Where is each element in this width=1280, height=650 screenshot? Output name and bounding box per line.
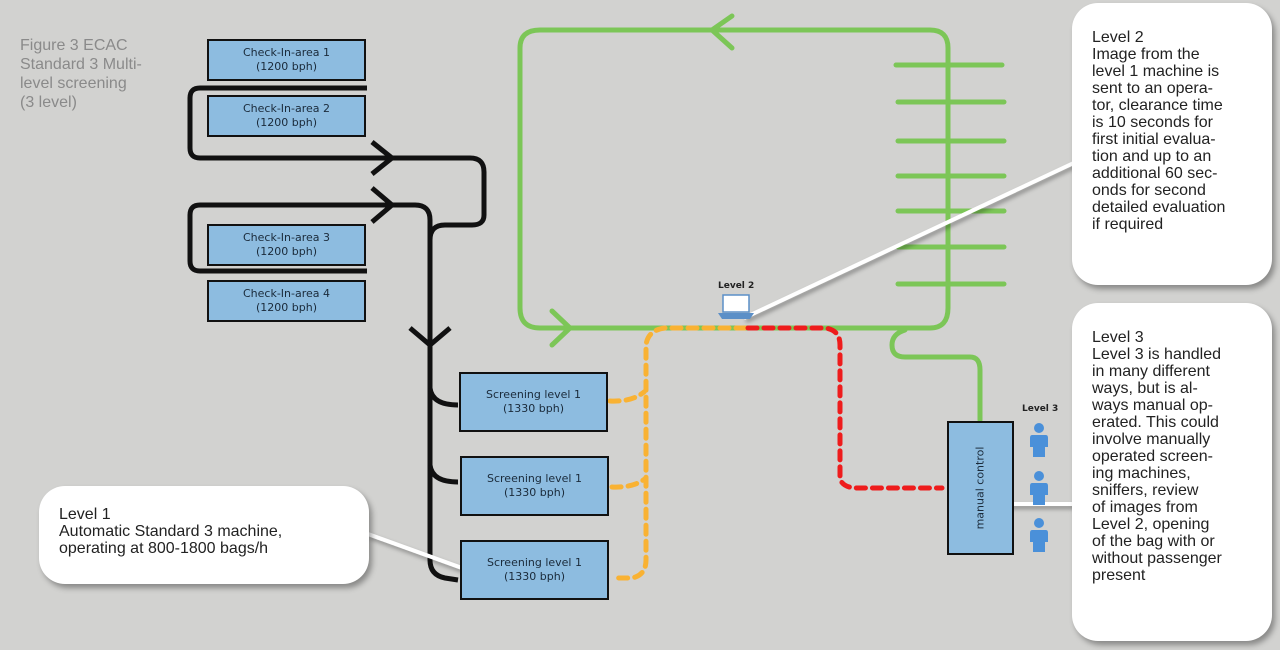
screening-rate: (1330 bph) (502, 402, 564, 415)
pointer-level1 (367, 532, 463, 570)
checkin-area-4: Check-In-area 4 (1200 bph) (207, 280, 366, 322)
caption-line: Figure 3 ECAC (20, 37, 128, 54)
screening-rate: (1330 bph) (503, 570, 565, 583)
callout-line: sent to an opera- (1092, 80, 1213, 97)
laptop-icon (718, 294, 754, 319)
checkin-area-3: Check-In-area 3 (1200 bph) (207, 224, 366, 266)
callout-line: additional 60 sec- (1092, 165, 1218, 182)
callout-line: Automatic Standard 3 machine, (59, 523, 283, 540)
callout-line: level 1 machine is (1092, 63, 1220, 80)
screening-machine-2: Screening level 1 (1330 bph) (460, 456, 609, 516)
orange-trunk (609, 325, 748, 581)
callout-line: present (1092, 567, 1146, 584)
screening-name: Screening level 1 (487, 472, 582, 485)
callout-line: tion and up to an (1092, 148, 1212, 165)
green-to-manual-control (889, 327, 983, 423)
callout-line: Level 2 (1092, 29, 1144, 46)
caption-line: (3 level) (20, 94, 77, 111)
screening-rate: (1330 bph) (503, 486, 565, 499)
callout-level1: Level 1 Automatic Standard 3 machine, op… (39, 486, 369, 584)
pointer-level2 (743, 158, 1081, 320)
checkin-name: Check-In-area 4 (242, 287, 331, 300)
callout-line: first initial evalua- (1092, 131, 1216, 148)
person-icon (1030, 423, 1048, 457)
checkin-rate: (1200 bph) (255, 116, 317, 129)
callout-line: ways, but is al- (1092, 380, 1198, 397)
callout-line: Level 3 is handled (1092, 346, 1221, 363)
callout-line: without passenger (1092, 550, 1222, 567)
figure-caption: Figure 3 ECAC Standard 3 Multi- level sc… (20, 36, 160, 112)
checkin-name: Check-In-area 3 (242, 231, 331, 244)
callout-level3: Level 3 Level 3 is handled in many diffe… (1072, 303, 1272, 641)
level3-path (745, 325, 945, 491)
callout-line: ing machines, (1092, 465, 1191, 482)
level2-station-label: Level 2 (718, 281, 755, 291)
screening-machine-3: Screening level 1 (1330 bph) (460, 540, 609, 600)
orange-branch-1 (607, 389, 647, 404)
callout-line: if required (1092, 216, 1164, 233)
orange-branch-2 (609, 475, 649, 490)
manual-control-label: manual control (973, 446, 987, 530)
checkin-area-1: Check-In-area 1 (1200 bph) (207, 39, 366, 81)
callout-line: erated. This could (1092, 414, 1219, 431)
person-icon (1030, 471, 1048, 505)
callout-line: Level 2, opening (1092, 516, 1210, 533)
checkin-area-2: Check-In-area 2 (1200 bph) (207, 95, 366, 137)
level2-paths (607, 325, 748, 581)
callout-line: detailed evaluation (1092, 199, 1226, 216)
callout-line: in many different (1092, 363, 1210, 380)
level3-operators (1030, 423, 1048, 552)
checkin-name: Check-In-area 1 (242, 46, 331, 59)
screening-name: Screening level 1 (487, 556, 582, 569)
manual-control-box: manual control (947, 421, 1014, 555)
callout-line: tor, clearance time (1092, 97, 1223, 114)
callout-line: Level 1 (59, 506, 111, 523)
red-trunk (745, 325, 945, 491)
callout-line: Level 3 (1092, 329, 1144, 346)
checkin-rate: (1200 bph) (255, 60, 317, 73)
screening-machine-1: Screening level 1 (1330 bph) (459, 372, 608, 432)
checkin-name: Check-In-area 2 (242, 102, 331, 115)
callout-line: involve manually (1092, 431, 1211, 448)
checkin-rate: (1200 bph) (255, 245, 317, 258)
callout-line: operating at 800-1800 bags/h (59, 540, 269, 557)
callout-line: Image from the (1092, 46, 1200, 63)
callout-level2: Level 2 Image from the level 1 machine i… (1072, 3, 1272, 285)
callout-line: operated screen- (1092, 448, 1213, 465)
callout-line: is 10 seconds for (1092, 114, 1213, 131)
person-icon (1030, 518, 1048, 552)
callout-line: onds for second (1092, 182, 1206, 199)
caption-line: level screening (20, 75, 127, 92)
level3-station-label: Level 3 (1022, 404, 1059, 414)
callout-line: of images from (1092, 499, 1198, 516)
caption-line: Standard 3 Multi- (20, 56, 142, 73)
callout-line: of the bag with or (1092, 533, 1215, 550)
checkin-rate: (1200 bph) (255, 301, 317, 314)
callout-line: ways manual op- (1092, 397, 1213, 414)
screening-name: Screening level 1 (486, 388, 581, 401)
callout-line: sniffers, review (1092, 482, 1199, 499)
cleared-conveyor (517, 13, 1007, 423)
branch-screening-1 (427, 387, 459, 408)
branch-screening-2 (427, 464, 459, 485)
